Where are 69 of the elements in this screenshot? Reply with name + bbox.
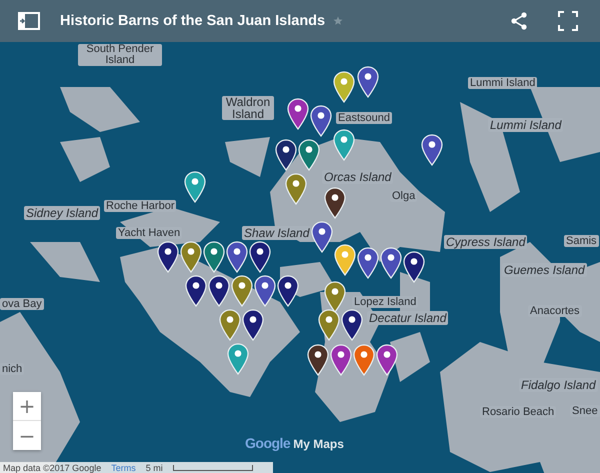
- map-pin[interactable]: [324, 281, 346, 313]
- map-pin[interactable]: [334, 244, 356, 276]
- place-label: Lopez Island: [352, 296, 418, 308]
- map-pin[interactable]: [242, 309, 264, 341]
- map-pin[interactable]: [333, 71, 355, 103]
- map-pin[interactable]: [421, 134, 443, 166]
- map-pin[interactable]: [277, 275, 299, 307]
- fullscreen-icon[interactable]: [558, 11, 578, 31]
- place-label: nich: [0, 363, 24, 375]
- map-pin[interactable]: [341, 309, 363, 341]
- place-label: Orcas Island: [322, 170, 394, 184]
- place-label: Sidney Island: [24, 206, 100, 220]
- map-background[interactable]: [0, 42, 600, 473]
- map-pin[interactable]: [298, 139, 320, 171]
- map-pin[interactable]: [185, 275, 207, 307]
- zoom-in-button[interactable]: +: [13, 392, 41, 421]
- map-pin[interactable]: [254, 275, 276, 307]
- map-pin[interactable]: [333, 129, 355, 161]
- scale-label: 5 mi: [146, 462, 163, 472]
- attribution-text: Map data ©2017 Google: [3, 462, 102, 472]
- map-pin[interactable]: [226, 241, 248, 273]
- place-label: Waldron Island: [222, 96, 274, 120]
- place-label: South Pender Island: [78, 44, 162, 66]
- map-pin[interactable]: [249, 241, 271, 273]
- product-name: My Maps: [293, 437, 344, 451]
- map-pin[interactable]: [357, 247, 379, 279]
- map-pin[interactable]: [275, 139, 297, 171]
- zoom-out-button[interactable]: −: [13, 421, 41, 450]
- place-label: Decatur Island: [367, 311, 448, 325]
- map-pin[interactable]: [203, 241, 225, 273]
- map-pin[interactable]: [318, 309, 340, 341]
- map-pin[interactable]: [311, 221, 333, 253]
- place-label: ova Bay: [0, 298, 44, 310]
- place-label: Olga: [390, 190, 418, 202]
- place-label: Eastsound: [336, 112, 392, 124]
- place-label: Snee: [570, 405, 600, 417]
- place-label: Lummi Island: [468, 77, 538, 89]
- place-label: Cypress Island: [444, 235, 528, 249]
- side-panel-icon[interactable]: [18, 12, 40, 30]
- place-label: Yacht Haven: [116, 227, 182, 239]
- map-pin[interactable]: [357, 66, 379, 98]
- map-pin[interactable]: [376, 344, 398, 376]
- map-pin[interactable]: [208, 275, 230, 307]
- place-label: Anacortes: [528, 305, 582, 317]
- island-shape: [60, 137, 110, 182]
- place-label: Shaw Island: [242, 226, 312, 240]
- island-shape: [30, 242, 100, 282]
- map-pin[interactable]: [180, 241, 202, 273]
- map-pin[interactable]: [287, 98, 309, 130]
- map-pin[interactable]: [403, 251, 425, 283]
- google-logo: Google: [245, 435, 290, 451]
- share-icon[interactable]: [510, 12, 528, 30]
- map-pin[interactable]: [231, 275, 253, 307]
- place-label: Roche Harbor: [104, 200, 176, 212]
- place-label: Guemes Island: [502, 263, 587, 277]
- map-pin[interactable]: [307, 344, 329, 376]
- map-pin[interactable]: [380, 247, 402, 279]
- map-pin[interactable]: [324, 187, 346, 219]
- place-label: Samis: [564, 235, 599, 247]
- place-label: Rosario Beach: [480, 406, 556, 418]
- map-title: Historic Barns of the San Juan Islands: [60, 13, 326, 29]
- map-pin[interactable]: [330, 344, 352, 376]
- map-pin[interactable]: [157, 241, 179, 273]
- place-label: Fidalgo Island: [519, 378, 598, 392]
- map-pin[interactable]: [184, 171, 206, 203]
- terms-link[interactable]: Terms: [111, 462, 136, 472]
- map-pin[interactable]: [310, 105, 332, 137]
- place-label: Lummi Island: [488, 118, 564, 132]
- star-icon[interactable]: [333, 16, 344, 26]
